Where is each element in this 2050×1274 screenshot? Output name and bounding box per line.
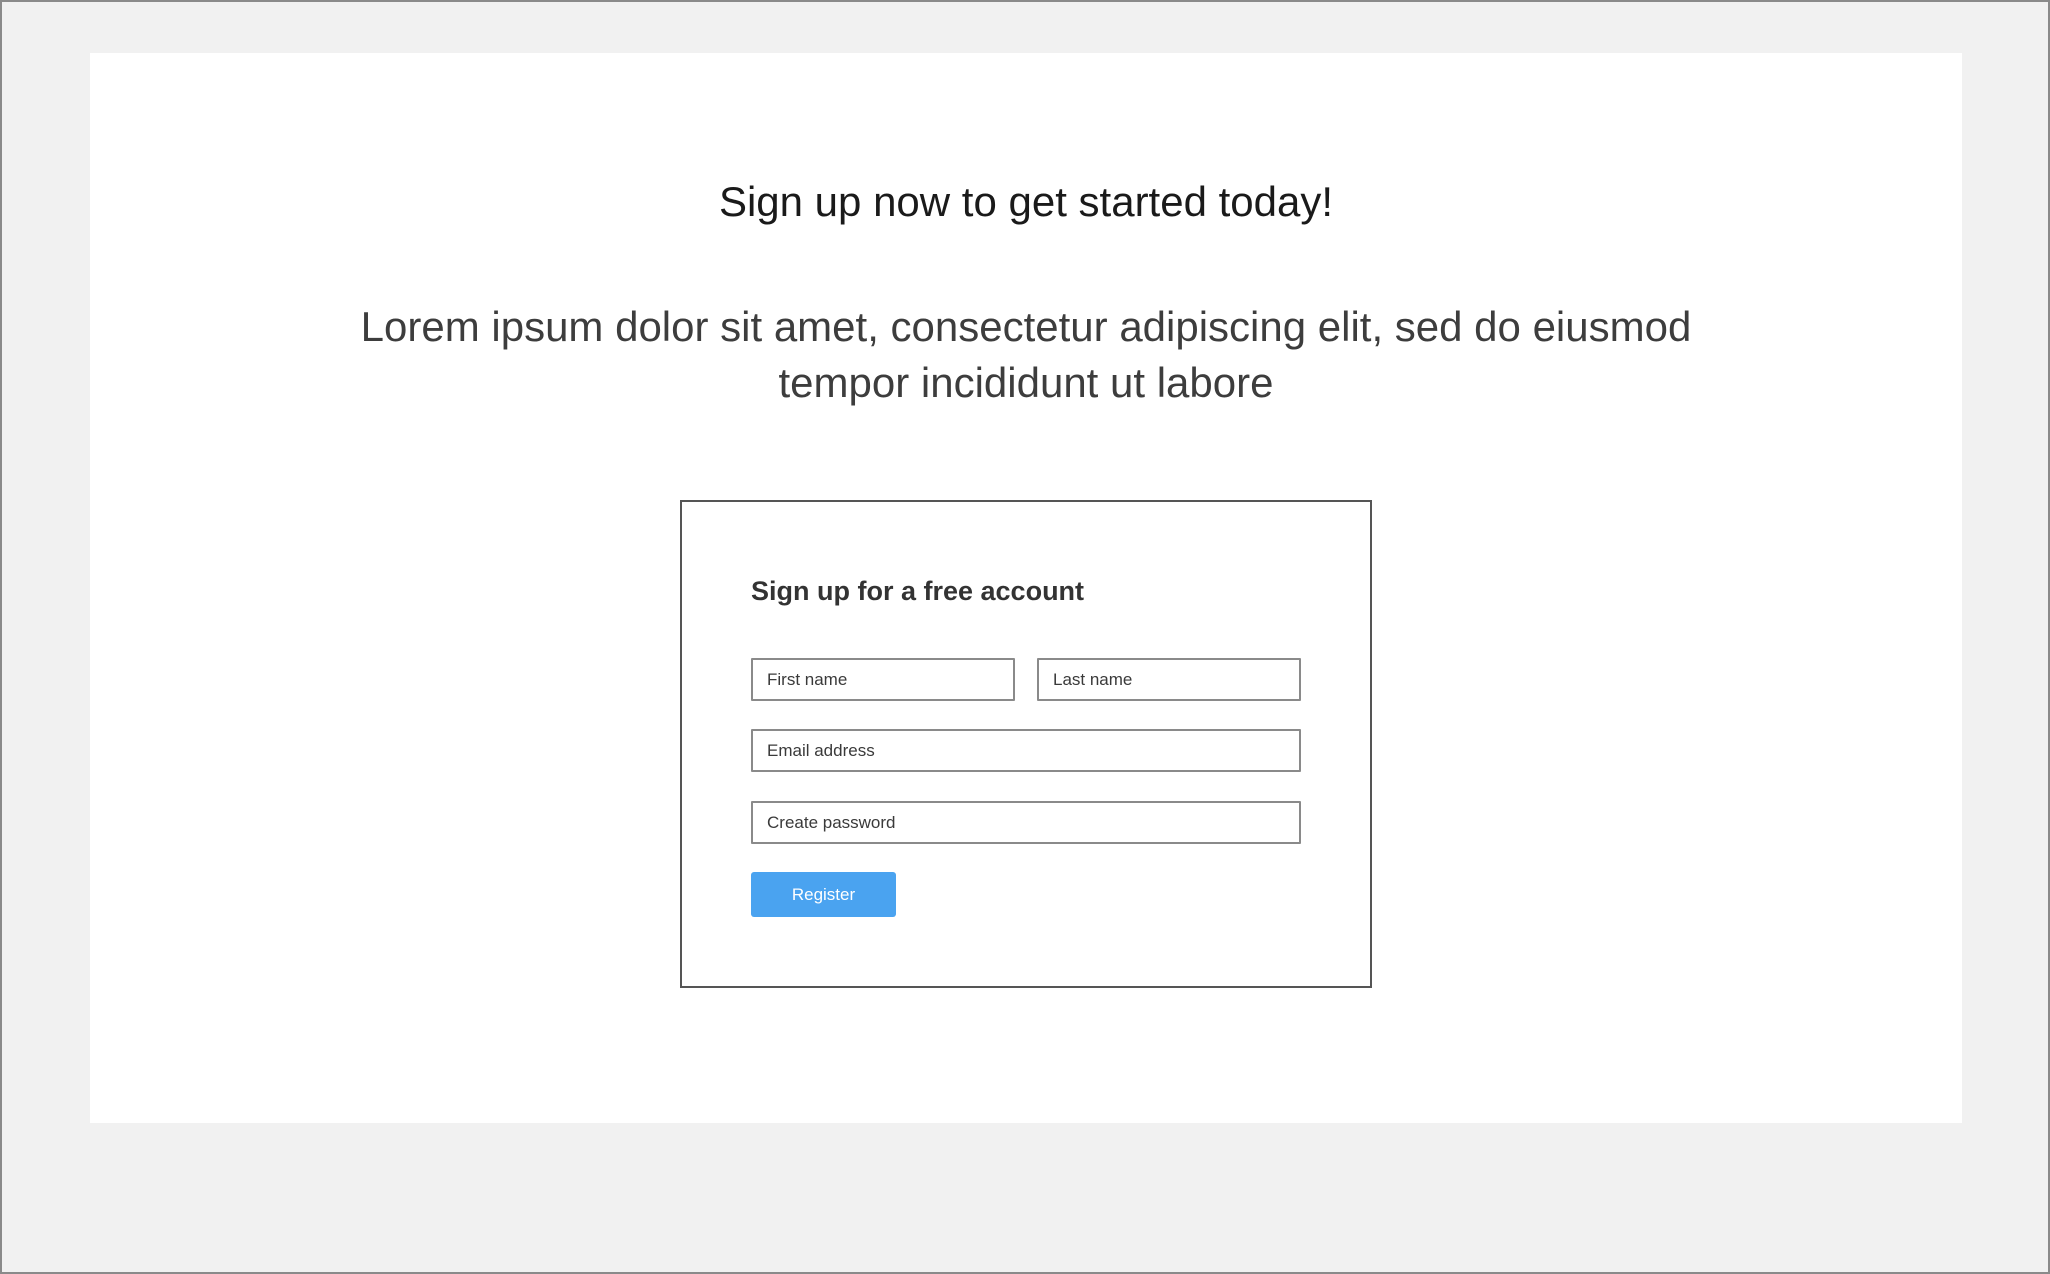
signup-form-card: Sign up for a free account Register <box>680 500 1372 988</box>
email-field[interactable] <box>751 729 1301 772</box>
last-name-field[interactable] <box>1037 658 1301 701</box>
form-heading: Sign up for a free account <box>751 576 1085 606</box>
first-name-field[interactable] <box>751 658 1015 701</box>
page-title: Sign up now to get started today! <box>718 178 1334 225</box>
register-button[interactable]: Register <box>751 872 896 917</box>
page-subtitle: Lorem ipsum dolor sit amet, consectetur … <box>360 303 1692 406</box>
content-panel: Sign up now to get started today! Lorem … <box>90 53 1962 1123</box>
password-field[interactable] <box>751 801 1301 844</box>
